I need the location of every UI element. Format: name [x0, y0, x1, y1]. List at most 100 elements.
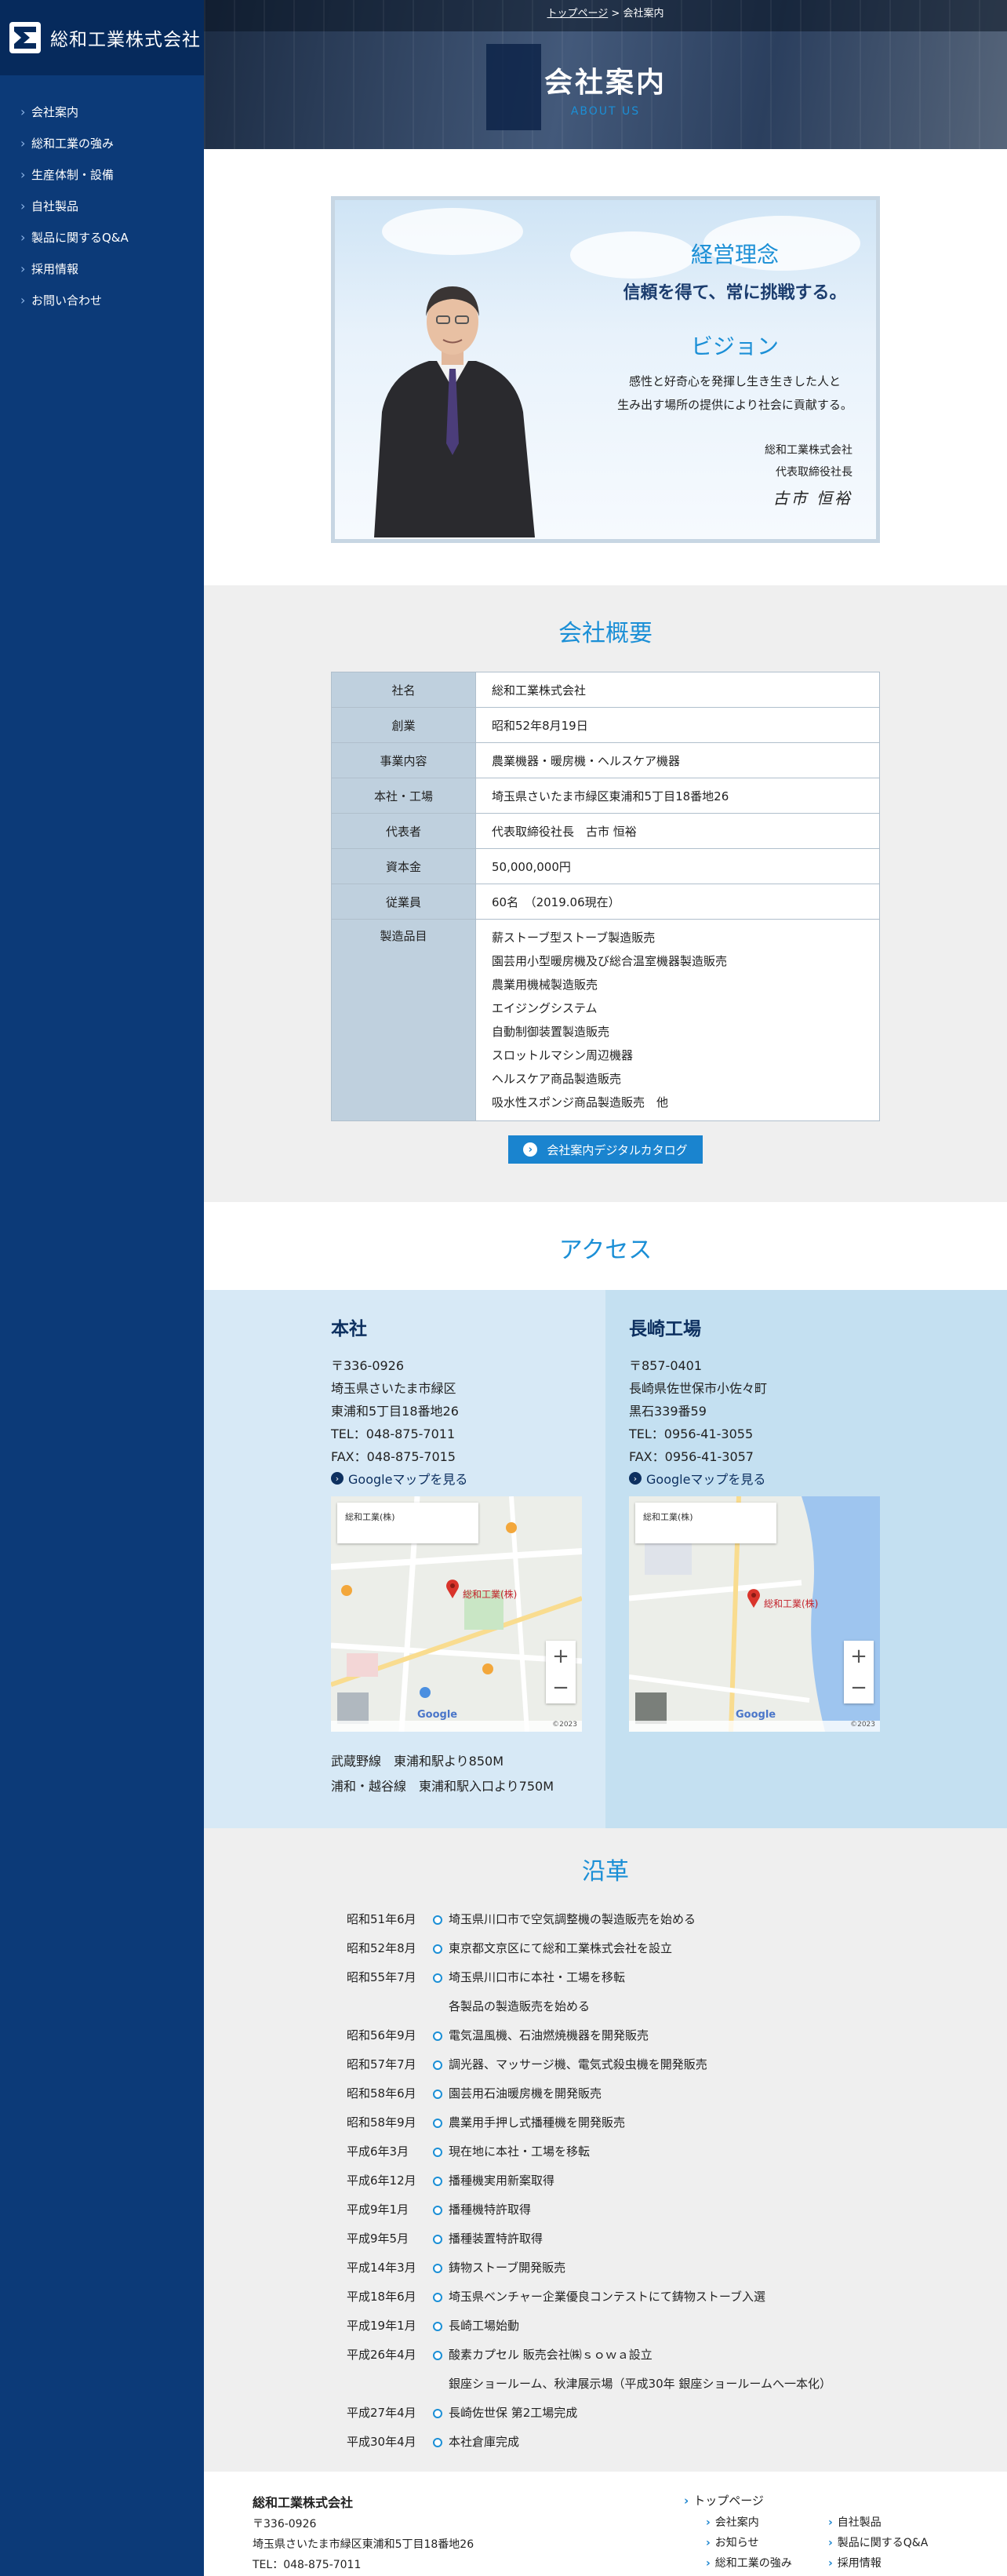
overview-heading: 会社概要: [558, 620, 653, 647]
footer-address: 〒336-0926 埼玉県さいたま市緑区東浦和5丁目18番地26 TEL：048…: [253, 2514, 474, 2575]
bullet-icon: [431, 2021, 449, 2050]
row-key: 資本金: [331, 848, 476, 884]
product-item: 園芸用小型暖房機及び総合温室機器製造販売: [492, 954, 728, 968]
bullet-icon: [431, 2108, 449, 2137]
breadcrumb-current: 会社案内: [623, 8, 664, 20]
philosophy-title: 経営理念: [690, 242, 779, 268]
row-value: 農業機器・暖房機・ヘルスケア機器: [475, 742, 880, 778]
footer-company: 総和工業株式会社: [253, 2495, 354, 2510]
history-event: 酸素カプセル 販売会社㈱ｓｏｗａ設立 銀座ショールーム、秋津展示場（平成30年 銀…: [449, 2341, 831, 2399]
zoom-in-button[interactable]: +: [546, 1641, 576, 1672]
honsha-title: 本社: [331, 1319, 367, 1339]
sign-position: 代表取締役社長: [776, 466, 852, 479]
address-line: 黒石339番59: [629, 1404, 707, 1419]
bullet-icon: [431, 2312, 449, 2341]
history-event: 播種機実用新案取得: [449, 2173, 555, 2188]
bullet-icon: [431, 2224, 449, 2254]
footer-link[interactable]: 製品に関するQ&A: [828, 2534, 929, 2550]
station-line: 浦和・越谷線 東浦和駅入口より750M: [331, 1779, 554, 1794]
cloud-shape: [382, 208, 523, 255]
footer-link[interactable]: 自社製品: [828, 2514, 882, 2530]
list-item: 平成26年4月 酸素カプセル 販売会社㈱ｓｏｗａ設立 銀座ショールーム、秋津展示場（…: [347, 2341, 831, 2399]
address-line: 〒857-0401: [629, 1358, 703, 1373]
history-date: 平成30年4月: [347, 2435, 416, 2449]
map-pin-icon: [747, 1589, 760, 1608]
catalog-button-label: 会社案内デジタルカタログ: [547, 1142, 688, 1157]
history-date: 昭和57年7月: [347, 2057, 416, 2071]
fax-line: FAX：0956-41-3057: [629, 1449, 754, 1464]
access-honsha: 本社 〒336-0926 埼玉県さいたま市緑区 東浦和5丁目18番地26 TEL…: [204, 1290, 605, 1828]
bullet-icon: [431, 2428, 449, 2457]
address-line: 〒336-0926: [331, 1358, 405, 1373]
row-key: 本社・工場: [331, 778, 476, 814]
catalog-button[interactable]: › 会社案内デジタルカタログ: [508, 1135, 703, 1164]
list-item: 平成6年3月 現在地に本社・工場を移転: [347, 2137, 831, 2166]
map-info-name: 総和工業(株): [643, 1512, 693, 1522]
nav-item-contact[interactable]: お問い合わせ: [0, 284, 204, 315]
nav-item-recruit[interactable]: 採用情報: [0, 253, 204, 284]
nav-item-qa[interactable]: 製品に関するQ&A: [0, 221, 204, 253]
bullet-icon: [431, 1905, 449, 1934]
footer-link[interactable]: 会社案内: [706, 2514, 759, 2530]
history-list: 昭和51年6月 埼玉県川口市で空気調整機の製造販売を始める 昭和52年8月 東京都文…: [347, 1905, 831, 2457]
product-item: スロットルマシン周辺機器: [492, 1048, 634, 1062]
map-info-name: 総和工業(株): [345, 1512, 395, 1522]
history-event-line: 酸素カプセル 販売会社㈱ｓｏｗａ設立: [449, 2348, 653, 2362]
zoom-out-button[interactable]: −: [844, 1672, 874, 1703]
history-event: 調光器、マッサージ機、電気式殺虫機を開発販売: [449, 2057, 707, 2071]
footer: 総和工業株式会社 〒336-0926 埼玉県さいたま市緑区東浦和5丁目18番地2…: [204, 2472, 1007, 2576]
row-key: 創業: [331, 707, 476, 743]
list-item: 昭和58年6月 園芸用石油暖房機を開発販売: [347, 2079, 831, 2108]
google-logo: Google: [417, 1709, 458, 1721]
vision-line-2: 生み出す場所の提供により社会に貢献する。: [617, 398, 852, 412]
history-date: 昭和55年7月: [347, 1970, 416, 1984]
history-event: 埼玉県川口市で空気調整機の製造販売を始める: [449, 1912, 696, 1926]
list-item: 昭和56年9月 電気温風機、石油燃焼機器を開発販売: [347, 2021, 831, 2050]
history-event: 播種装置特許取得: [449, 2232, 543, 2246]
footer-link[interactable]: 総和工業の強み: [706, 2555, 792, 2571]
access-section: アクセス 本社 〒336-0926 埼玉県さいたま市緑区 東浦和5丁目18番地2…: [204, 1202, 1007, 1828]
nav-item-products[interactable]: 自社製品: [0, 190, 204, 221]
nagasaki-map[interactable]: 総和工業(株) 総和工業(株) + − Google ©2023: [629, 1496, 880, 1732]
zoom-in-button[interactable]: +: [844, 1641, 874, 1672]
list-item: 平成18年6月 埼玉県ベンチャー企業優良コンテストにて鋳物ストーブ入選: [347, 2283, 831, 2312]
footer-link[interactable]: お知らせ: [706, 2534, 759, 2550]
breadcrumb-sep: >: [611, 8, 620, 20]
list-item: 平成6年12月 播種機実用新案取得: [347, 2166, 831, 2195]
bullet-icon: [431, 2254, 449, 2283]
tel-line: TEL：048-875-7011: [331, 1426, 456, 1441]
history-event-line: 埼玉県川口市に本社・工場を移転: [449, 1970, 626, 1984]
footer-link-top[interactable]: トップページ: [684, 2492, 764, 2509]
nav-item-strength[interactable]: 総和工業の強み: [0, 127, 204, 158]
honsha-map[interactable]: 総和工業(株) 総和工業(株) + − Google ©2023: [331, 1496, 582, 1732]
footer-line: 〒336-0926: [253, 2518, 317, 2530]
overview-table: 社名 総和工業株式会社 創業 昭和52年8月19日 事業内容 農業機器・暖房機・ヘルス…: [331, 672, 880, 1121]
footer-link[interactable]: 採用情報: [828, 2555, 882, 2571]
signature: 古市 恒裕: [773, 489, 852, 508]
row-value: 60名 （2019.06現在）: [475, 884, 880, 920]
list-item: 平成14年3月 鋳物ストーブ開発販売: [347, 2254, 831, 2283]
logo[interactable]: 総和工業株式会社: [0, 0, 204, 75]
products-list: 薪ストーブ型ストーブ製造販売 園芸用小型暖房機及び総合温室機器製造販売 農業用機…: [475, 919, 880, 1121]
list-item: 平成9年5月 播種装置特許取得: [347, 2224, 831, 2254]
philosophy-text: 信頼を得て、常に挑戦する。: [623, 283, 847, 303]
breadcrumb-home[interactable]: トップページ: [547, 8, 609, 20]
nav-item-company[interactable]: 会社案内: [0, 96, 204, 127]
station-line: 武蔵野線 東浦和駅より850M: [331, 1754, 504, 1769]
nav-item-production[interactable]: 生産体制・設備: [0, 158, 204, 190]
logo-text: 総和工業株式会社: [50, 30, 201, 50]
message-section: 経営理念 信頼を得て、常に挑戦する。 ビジョン 感性と好奇心を発揮し生き生きした…: [204, 149, 1007, 585]
history-date: 平成19年1月: [347, 2319, 416, 2333]
footer-line: 埼玉県さいたま市緑区東浦和5丁目18番地26: [253, 2538, 474, 2551]
history-date: 昭和52年8月: [347, 1941, 416, 1955]
map-zoom: + −: [844, 1641, 874, 1703]
access-header: アクセス: [204, 1202, 1007, 1290]
nagasaki-map-link[interactable]: › Googleマップを見る: [629, 1469, 765, 1488]
table-row: 資本金 50,000,000円: [331, 848, 880, 884]
zoom-out-button[interactable]: −: [546, 1672, 576, 1703]
map-pin-icon: [446, 1579, 459, 1598]
table-row: 本社・工場 埼玉県さいたま市緑区東浦和5丁目18番地26: [331, 778, 880, 814]
table-row: 社名 総和工業株式会社: [331, 672, 880, 708]
honsha-map-link[interactable]: › Googleマップを見る: [331, 1469, 467, 1488]
history-date: 昭和58年6月: [347, 2086, 416, 2101]
